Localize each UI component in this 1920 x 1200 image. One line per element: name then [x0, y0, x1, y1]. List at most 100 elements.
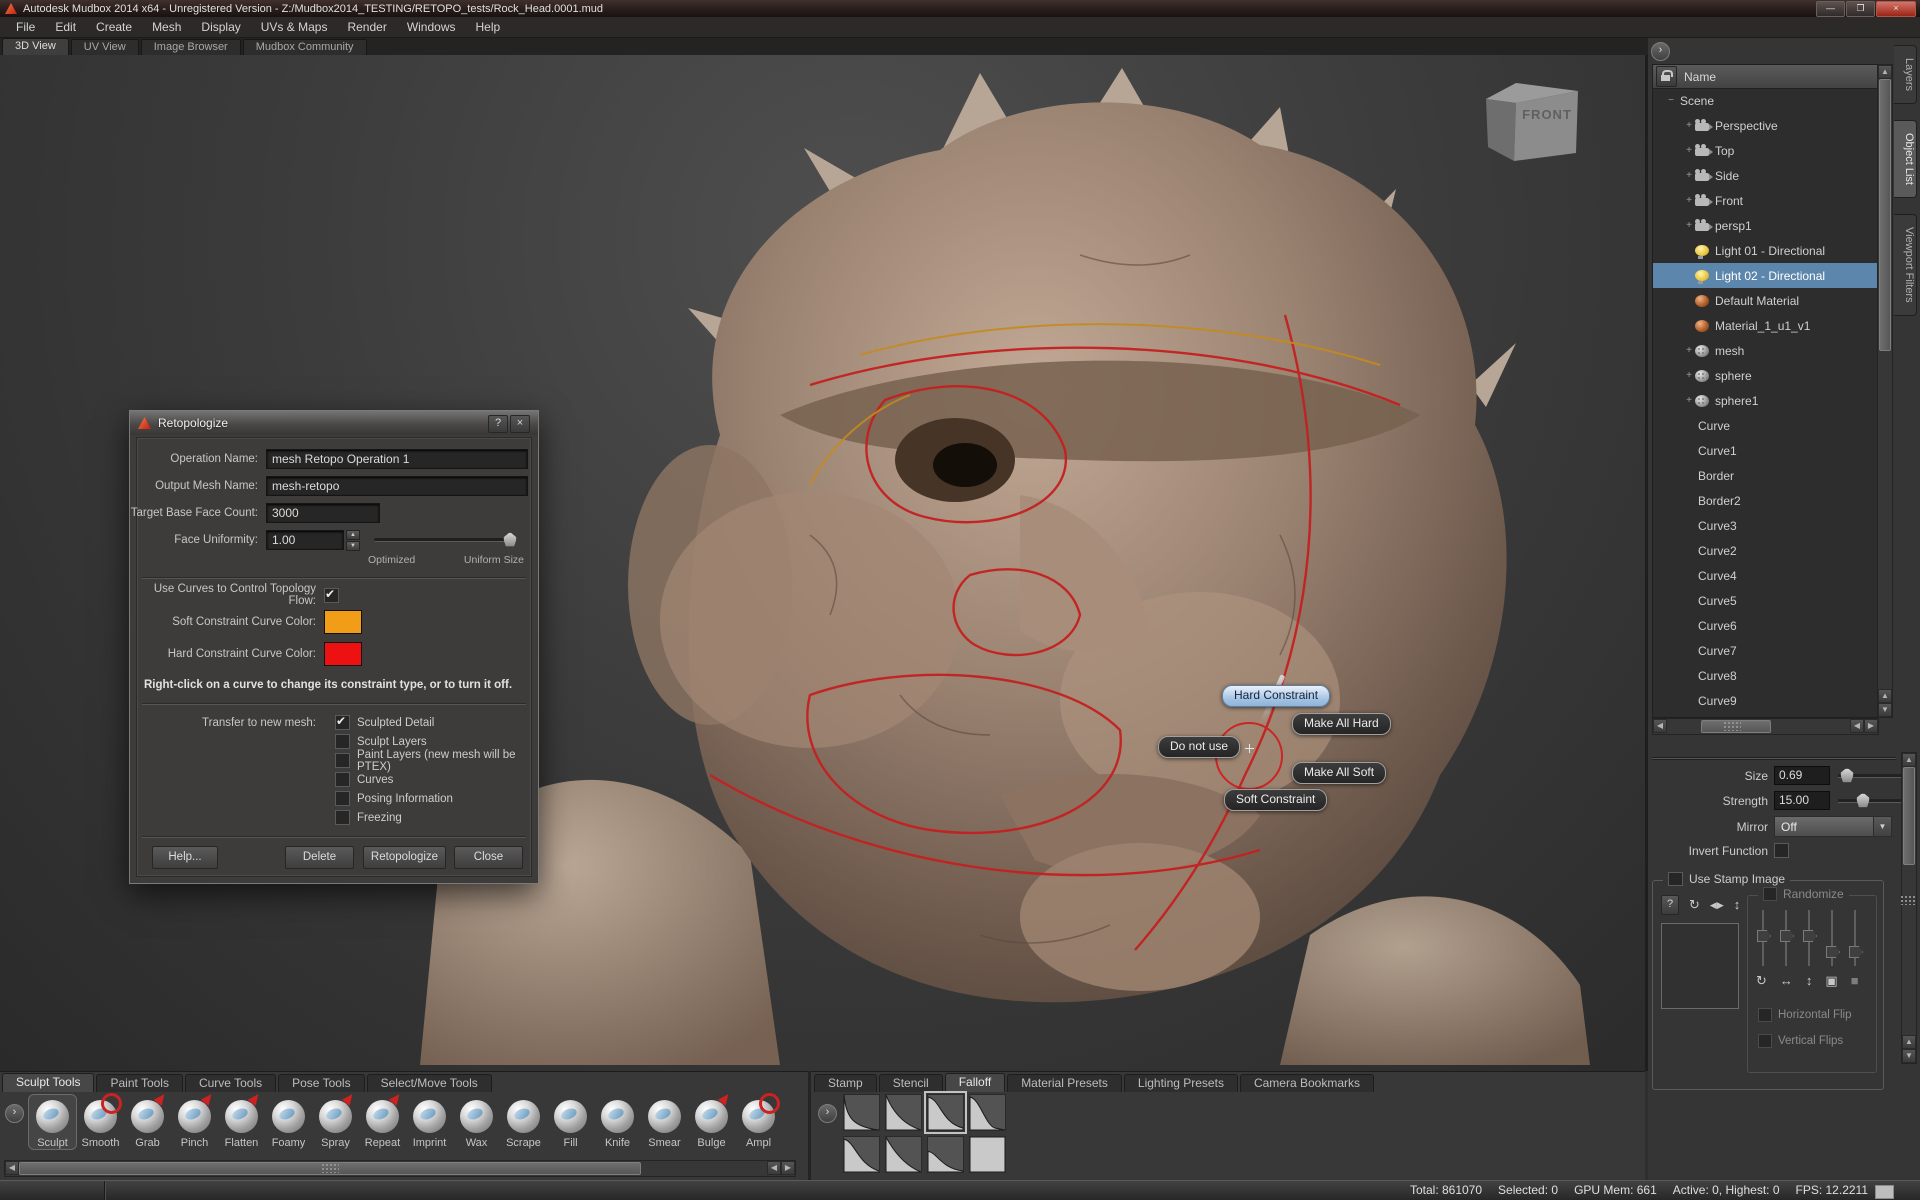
preset-tray-tab[interactable]: Falloff [945, 1073, 1005, 1092]
strength-slider[interactable] [1838, 799, 1902, 803]
tree-item[interactable]: Curve8 [1653, 663, 1878, 688]
tree-item[interactable]: + Perspective [1653, 113, 1878, 138]
falloff-preset[interactable] [885, 1136, 922, 1173]
tree-horizontal-scrollbar[interactable]: ◀ ◀ ▶ [1652, 718, 1879, 735]
view-tab[interactable]: Mudbox Community [243, 39, 367, 55]
dialog-close-icon[interactable]: × [510, 415, 530, 433]
scrollbar-thumb[interactable] [1879, 79, 1891, 351]
preset-tray-tab[interactable]: Material Presets [1007, 1074, 1122, 1092]
flip-horizontal-icon[interactable]: ◀▶ [1710, 896, 1724, 914]
scroll-left-icon[interactable]: ◀ [5, 1161, 19, 1175]
minimize-button[interactable]: — [1816, 1, 1845, 17]
tree-item[interactable]: + Front [1653, 188, 1878, 213]
tree-item[interactable]: Material_1_u1_v1 [1653, 313, 1878, 338]
tool-tray-tab[interactable]: Paint Tools [96, 1074, 182, 1092]
tree-expander[interactable]: + [1683, 145, 1695, 156]
random-slider-handle[interactable] [1780, 930, 1794, 942]
tool-item[interactable]: Flatten [218, 1094, 265, 1150]
stamp-help-button[interactable]: ? [1661, 895, 1679, 915]
tool-item[interactable]: Imprint [406, 1094, 453, 1150]
marking-menu-hard-constraint[interactable]: Hard Constraint [1222, 685, 1330, 707]
transfer-option[interactable]: Posing Information [335, 789, 538, 808]
horizontal-flip-checkbox[interactable] [1758, 1008, 1772, 1022]
menu-item[interactable]: Display [191, 18, 250, 36]
face-uniformity-slider[interactable] [374, 538, 514, 542]
tool-tray-scrollbar[interactable]: ◀ ◀ ▶ [4, 1160, 796, 1177]
tray-expand-button[interactable]: › [5, 1104, 24, 1123]
scroll-down-icon[interactable]: ▼ [1878, 703, 1892, 717]
sculpt-mesh[interactable] [380, 55, 1640, 1065]
tree-item[interactable]: + sphere1 [1653, 388, 1878, 413]
falloff-preset[interactable] [843, 1094, 880, 1131]
view-tab[interactable]: Image Browser [141, 39, 241, 55]
chevron-down-icon[interactable]: ▼ [1873, 817, 1891, 836]
slider-handle[interactable] [1840, 768, 1854, 783]
vertical-flip-checkbox[interactable] [1758, 1034, 1772, 1048]
tool-tray-tab[interactable]: Sculpt Tools [2, 1073, 94, 1092]
tree-expander[interactable]: + [1683, 120, 1695, 131]
scale-icon[interactable]: ▣ [1825, 972, 1837, 990]
random-slider-handle[interactable] [1757, 930, 1771, 942]
delete-button[interactable]: Delete [285, 846, 354, 869]
face-uniformity-spinner[interactable]: ▲ ▼ [346, 530, 360, 550]
scroll-up-icon[interactable]: ▲ [1902, 753, 1916, 767]
side-tab[interactable]: Viewport Filters [1894, 214, 1917, 316]
menu-item[interactable]: Help [466, 18, 511, 36]
panel-collapse-button[interactable]: › [1651, 42, 1670, 61]
menu-item[interactable]: Mesh [142, 18, 191, 36]
tree-item[interactable]: Border2 [1653, 488, 1878, 513]
tree-item[interactable]: Curve3 [1653, 513, 1878, 538]
title-bar[interactable]: Autodesk Mudbox 2014 x64 - Unregistered … [0, 0, 1920, 17]
maximize-button[interactable]: ❐ [1846, 1, 1875, 17]
tree-item[interactable]: Light 01 - Directional [1653, 238, 1878, 263]
tool-item[interactable]: Bulge [688, 1094, 735, 1150]
mirror-dropdown[interactable]: Off ▼ [1774, 816, 1892, 837]
checkbox[interactable] [335, 715, 350, 730]
tree-expander[interactable]: + [1683, 370, 1695, 381]
marking-menu-make-all-hard[interactable]: Make All Hard [1292, 713, 1391, 735]
tool-item[interactable]: Ampl [735, 1094, 782, 1150]
scroll-right-icon[interactable]: ▶ [1864, 719, 1878, 733]
tree-item[interactable]: Curve7 [1653, 638, 1878, 663]
checkbox[interactable] [335, 791, 350, 806]
tool-tray-tab[interactable]: Pose Tools [278, 1074, 364, 1092]
marking-menu-make-all-soft[interactable]: Make All Soft [1292, 762, 1386, 784]
falloff-preset[interactable] [927, 1094, 964, 1131]
tool-tray-tab[interactable]: Curve Tools [185, 1074, 276, 1092]
falloff-preset[interactable] [843, 1136, 880, 1173]
menu-item[interactable]: File [6, 18, 45, 36]
tool-item[interactable]: Sculpt [28, 1094, 77, 1150]
tree-expander[interactable]: + [1683, 195, 1695, 206]
marking-menu-soft-constraint[interactable]: Soft Constraint [1224, 789, 1327, 811]
tree-item[interactable]: Curve1 [1653, 438, 1878, 463]
transfer-option[interactable]: Sculpted Detail [335, 713, 538, 732]
side-tab[interactable]: Layers [1894, 45, 1917, 104]
transfer-option[interactable]: Paint Layers (new mesh will be PTEX) [335, 751, 538, 770]
lock-icon[interactable] [1656, 66, 1677, 87]
tree-expander[interactable]: + [1683, 170, 1695, 181]
tree-item[interactable]: + persp1 [1653, 213, 1878, 238]
checkbox[interactable] [335, 810, 350, 825]
tree-item[interactable]: − Scene [1653, 88, 1878, 113]
tool-tray-tab[interactable]: Select/Move Tools [367, 1074, 492, 1092]
tree-item[interactable]: Border [1653, 463, 1878, 488]
size-value[interactable]: 0.69 [1774, 766, 1830, 785]
preset-tray-tab[interactable]: Stamp [814, 1074, 877, 1092]
output-mesh-name-input[interactable] [266, 476, 528, 496]
tree-item[interactable]: Curve5 [1653, 588, 1878, 613]
tool-item[interactable]: Smooth [77, 1094, 124, 1150]
view-tab[interactable]: UV View [71, 39, 139, 55]
properties-scrollbar[interactable]: ▲ ▲ ▼ [1901, 752, 1917, 1064]
tool-item[interactable]: Fill [547, 1094, 594, 1150]
slider-handle[interactable] [503, 532, 517, 547]
tree-item[interactable]: Curve2 [1653, 538, 1878, 563]
tree-expander[interactable]: + [1683, 395, 1695, 406]
checkbox[interactable] [335, 753, 350, 768]
flip-vertical-icon[interactable]: ↕ [1734, 896, 1741, 914]
checkbox[interactable] [335, 734, 350, 749]
tool-item[interactable]: Grab [124, 1094, 171, 1150]
retopologize-dialog[interactable]: Retopologize ? × Operation Name: Output … [129, 410, 539, 884]
marking-menu-do-not-use[interactable]: Do not use [1158, 736, 1240, 758]
invert-function-checkbox[interactable] [1774, 843, 1789, 858]
scrollbar-thumb[interactable] [1903, 767, 1915, 865]
